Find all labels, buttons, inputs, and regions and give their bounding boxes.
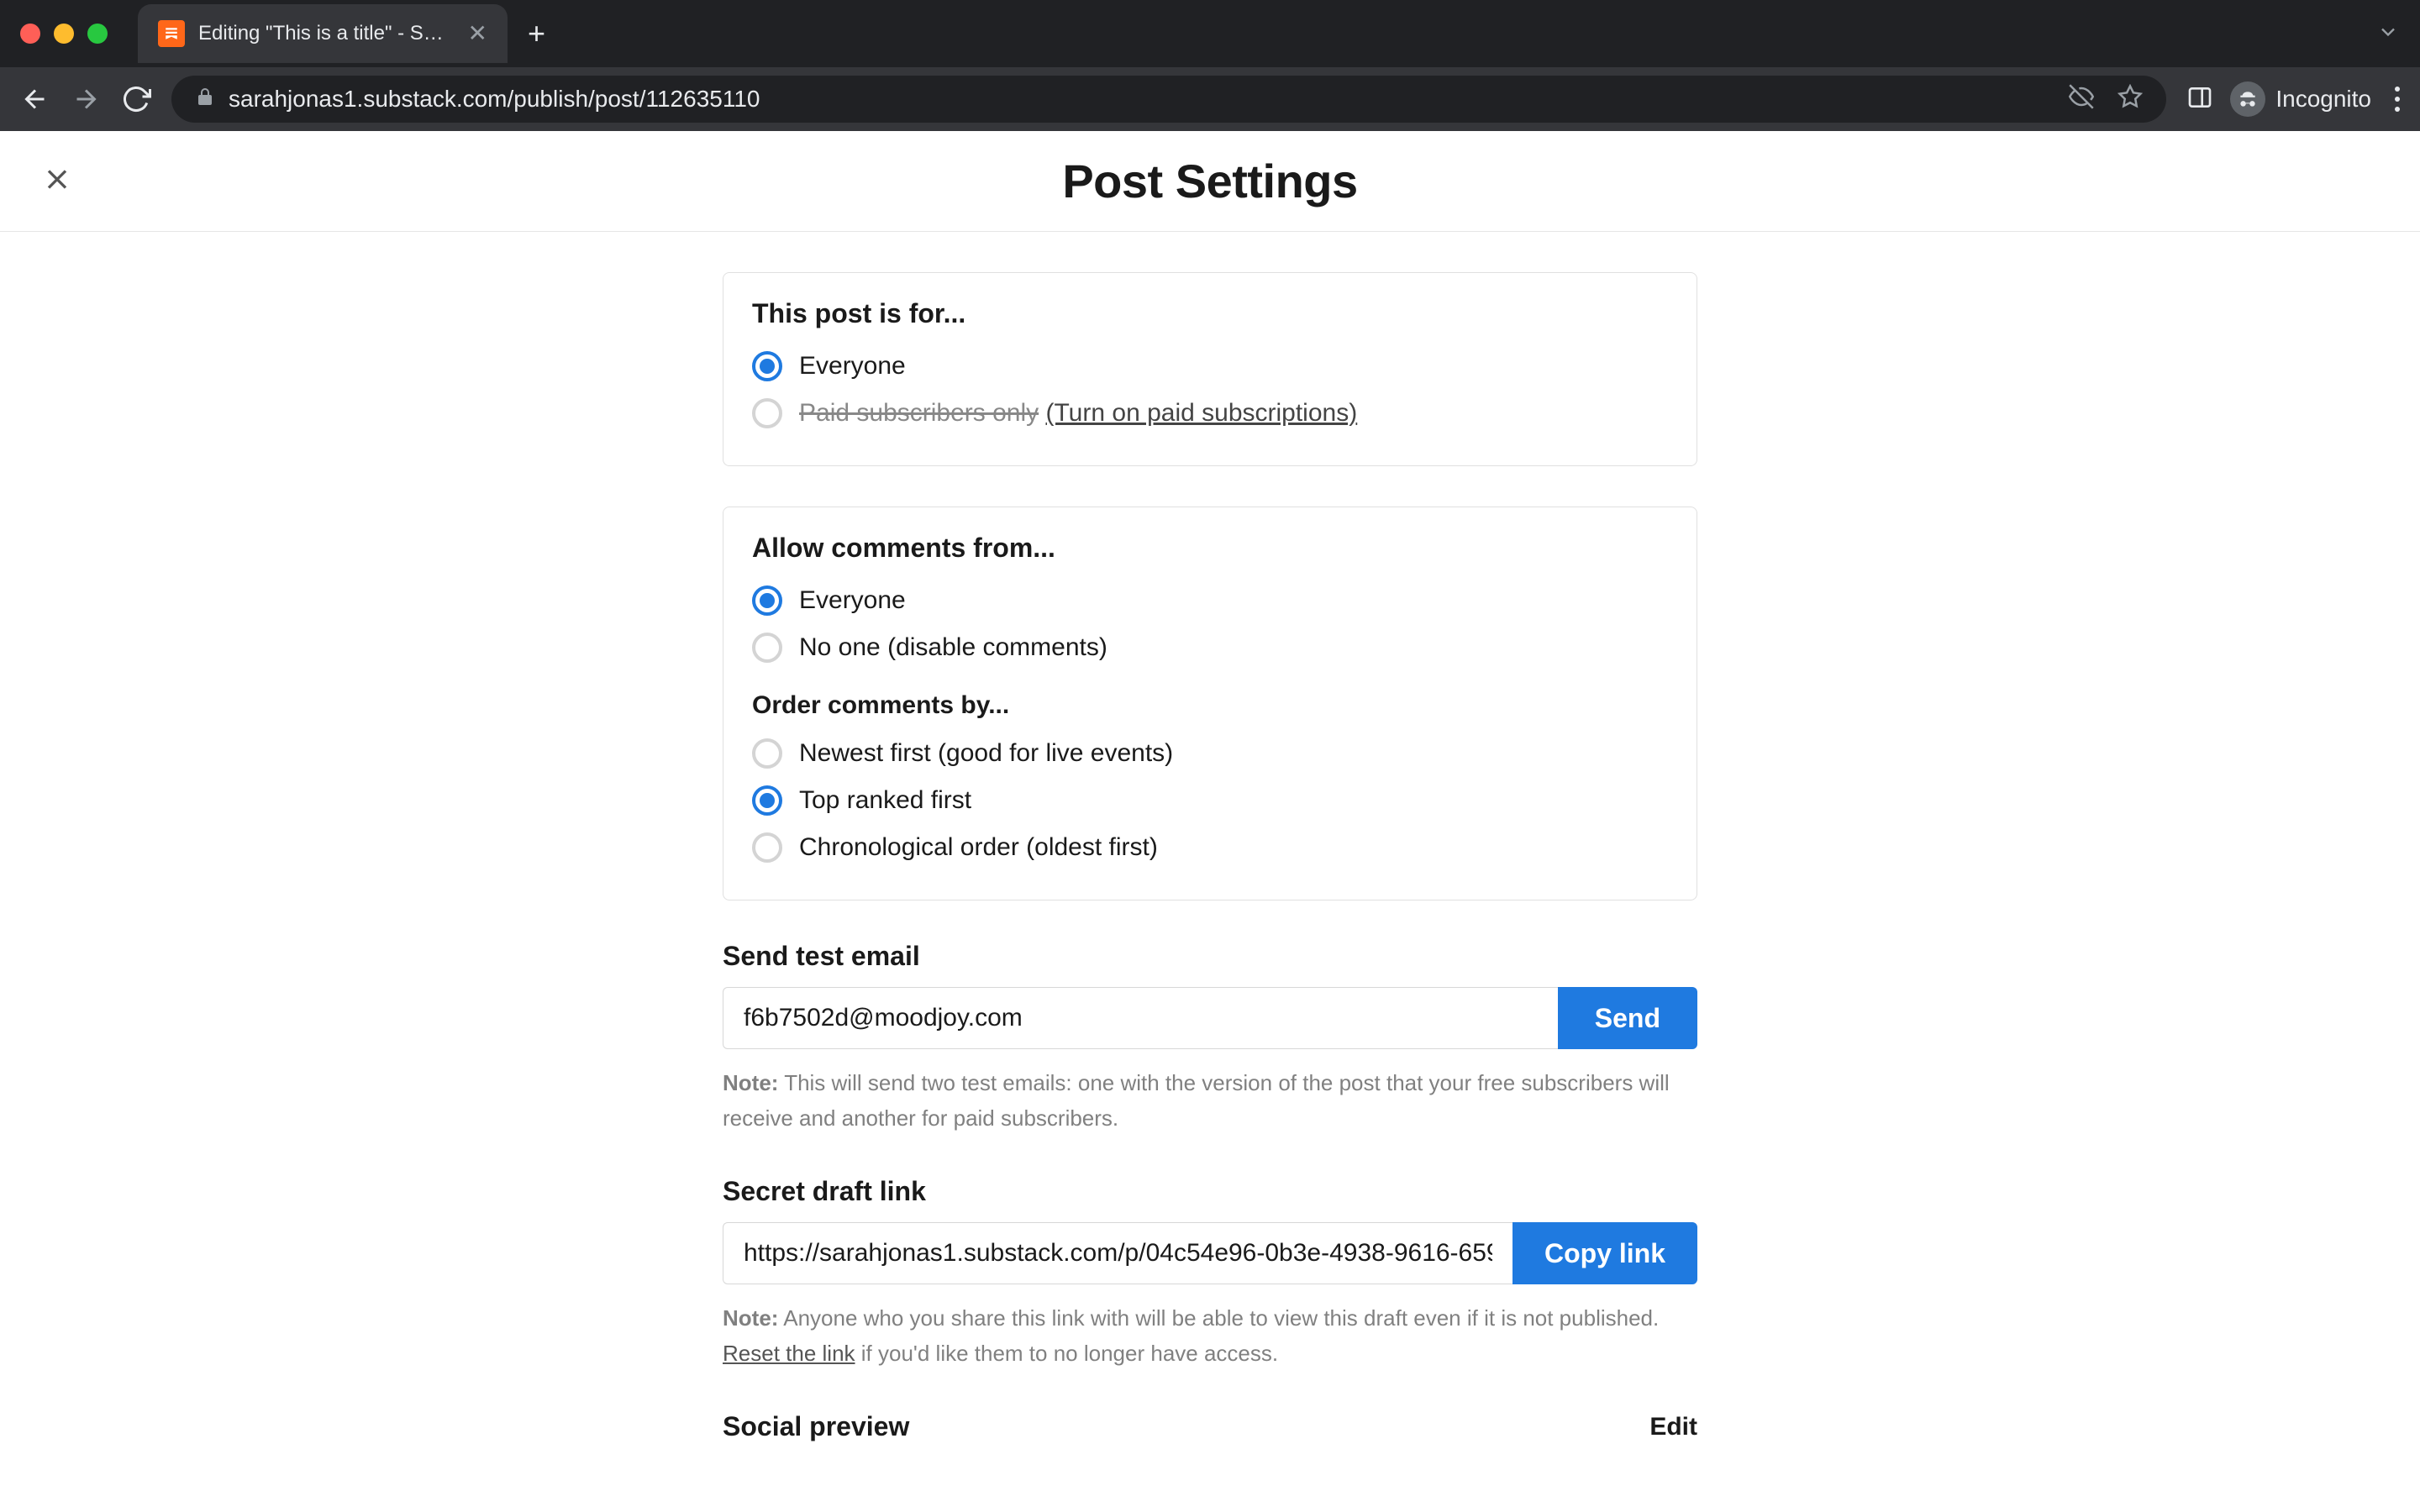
audience-option-everyone[interactable]: Everyone bbox=[752, 343, 1668, 390]
eye-off-icon[interactable] bbox=[2069, 84, 2094, 115]
draft-link-title: Secret draft link bbox=[723, 1176, 1697, 1207]
window-controls bbox=[20, 24, 108, 44]
draft-link-input[interactable] bbox=[723, 1222, 1512, 1284]
tabs-dropdown-icon[interactable] bbox=[2376, 20, 2400, 48]
option-label: Top ranked first bbox=[799, 786, 971, 815]
browser-menu-icon[interactable] bbox=[2395, 87, 2400, 112]
comments-order-chrono[interactable]: Chronological order (oldest first) bbox=[752, 824, 1668, 871]
incognito-icon bbox=[2230, 81, 2265, 117]
audience-option-paid[interactable]: Paid subscribers only (Turn on paid subs… bbox=[752, 390, 1668, 437]
tab-strip: Editing "This is a title" - Subst… ✕ + bbox=[0, 0, 2420, 67]
test-email-note: Note: This will send two test emails: on… bbox=[723, 1066, 1697, 1136]
comments-allow-everyone[interactable]: Everyone bbox=[752, 577, 1668, 624]
incognito-label: Incognito bbox=[2275, 86, 2371, 113]
lock-icon bbox=[195, 86, 215, 113]
option-label-disabled: Paid subscribers only bbox=[799, 399, 1039, 427]
reload-button[interactable] bbox=[121, 84, 151, 114]
copy-link-button[interactable]: Copy link bbox=[1512, 1222, 1697, 1284]
page: Post Settings This post is for... Everyo… bbox=[0, 131, 2420, 1512]
side-panel-icon[interactable] bbox=[2186, 84, 2213, 115]
substack-favicon-icon bbox=[158, 20, 185, 47]
tab-close-icon[interactable]: ✕ bbox=[468, 22, 487, 45]
close-modal-button[interactable] bbox=[40, 162, 74, 200]
new-tab-button[interactable]: + bbox=[528, 16, 545, 51]
modal-header: Post Settings bbox=[0, 131, 2420, 232]
comments-order-top[interactable]: Top ranked first bbox=[752, 777, 1668, 824]
test-email-input[interactable] bbox=[723, 987, 1558, 1049]
turn-on-paid-link[interactable]: (Turn on paid subscriptions) bbox=[1045, 399, 1357, 427]
browser-chrome: Editing "This is a title" - Subst… ✕ + s… bbox=[0, 0, 2420, 131]
radio-icon bbox=[752, 832, 782, 863]
draft-link-section: Secret draft link Copy link Note: Anyone… bbox=[723, 1176, 1697, 1371]
incognito-indicator[interactable]: Incognito bbox=[2230, 81, 2371, 117]
social-preview-section: Social preview Edit bbox=[723, 1411, 1697, 1442]
bookmark-star-icon[interactable] bbox=[2118, 84, 2143, 115]
page-title: Post Settings bbox=[1062, 154, 1357, 208]
comments-allow-title: Allow comments from... bbox=[752, 533, 1668, 564]
option-label: No one (disable comments) bbox=[799, 633, 1107, 662]
test-email-title: Send test email bbox=[723, 941, 1697, 972]
forward-button[interactable] bbox=[71, 84, 101, 114]
address-bar[interactable]: sarahjonas1.substack.com/publish/post/11… bbox=[171, 76, 2166, 123]
option-label: Everyone bbox=[799, 352, 906, 381]
send-test-email-button[interactable]: Send bbox=[1558, 987, 1697, 1049]
comments-order-title: Order comments by... bbox=[752, 691, 1668, 720]
back-button[interactable] bbox=[20, 84, 50, 114]
option-label: Everyone bbox=[799, 586, 906, 615]
tab-title: Editing "This is a title" - Subst… bbox=[198, 22, 455, 45]
settings-content: This post is for... Everyone Paid subscr… bbox=[723, 232, 1697, 1442]
radio-icon bbox=[752, 585, 782, 616]
address-bar-actions bbox=[2069, 84, 2143, 115]
comments-allow-noone[interactable]: No one (disable comments) bbox=[752, 624, 1668, 671]
comments-order-newest[interactable]: Newest first (good for live events) bbox=[752, 730, 1668, 777]
audience-title: This post is for... bbox=[752, 298, 1668, 329]
toolbar-right: Incognito bbox=[2186, 81, 2400, 117]
reset-link[interactable]: Reset the link bbox=[723, 1341, 855, 1366]
browser-toolbar: sarahjonas1.substack.com/publish/post/11… bbox=[0, 67, 2420, 131]
window-close-button[interactable] bbox=[20, 24, 40, 44]
radio-icon bbox=[752, 398, 782, 428]
radio-icon bbox=[752, 785, 782, 816]
comments-panel: Allow comments from... Everyone No one (… bbox=[723, 507, 1697, 900]
test-email-section: Send test email Send Note: This will sen… bbox=[723, 941, 1697, 1136]
social-preview-title: Social preview bbox=[723, 1411, 909, 1442]
radio-icon bbox=[752, 738, 782, 769]
browser-tab[interactable]: Editing "This is a title" - Subst… ✕ bbox=[138, 4, 508, 63]
draft-link-note: Note: Anyone who you share this link wit… bbox=[723, 1301, 1697, 1371]
option-label: Chronological order (oldest first) bbox=[799, 833, 1158, 862]
audience-panel: This post is for... Everyone Paid subscr… bbox=[723, 272, 1697, 466]
radio-icon bbox=[752, 351, 782, 381]
window-minimize-button[interactable] bbox=[54, 24, 74, 44]
option-label: Newest first (good for live events) bbox=[799, 739, 1173, 768]
url-text: sarahjonas1.substack.com/publish/post/11… bbox=[229, 86, 760, 113]
social-preview-edit-button[interactable]: Edit bbox=[1649, 1413, 1697, 1441]
window-maximize-button[interactable] bbox=[87, 24, 108, 44]
radio-icon bbox=[752, 633, 782, 663]
